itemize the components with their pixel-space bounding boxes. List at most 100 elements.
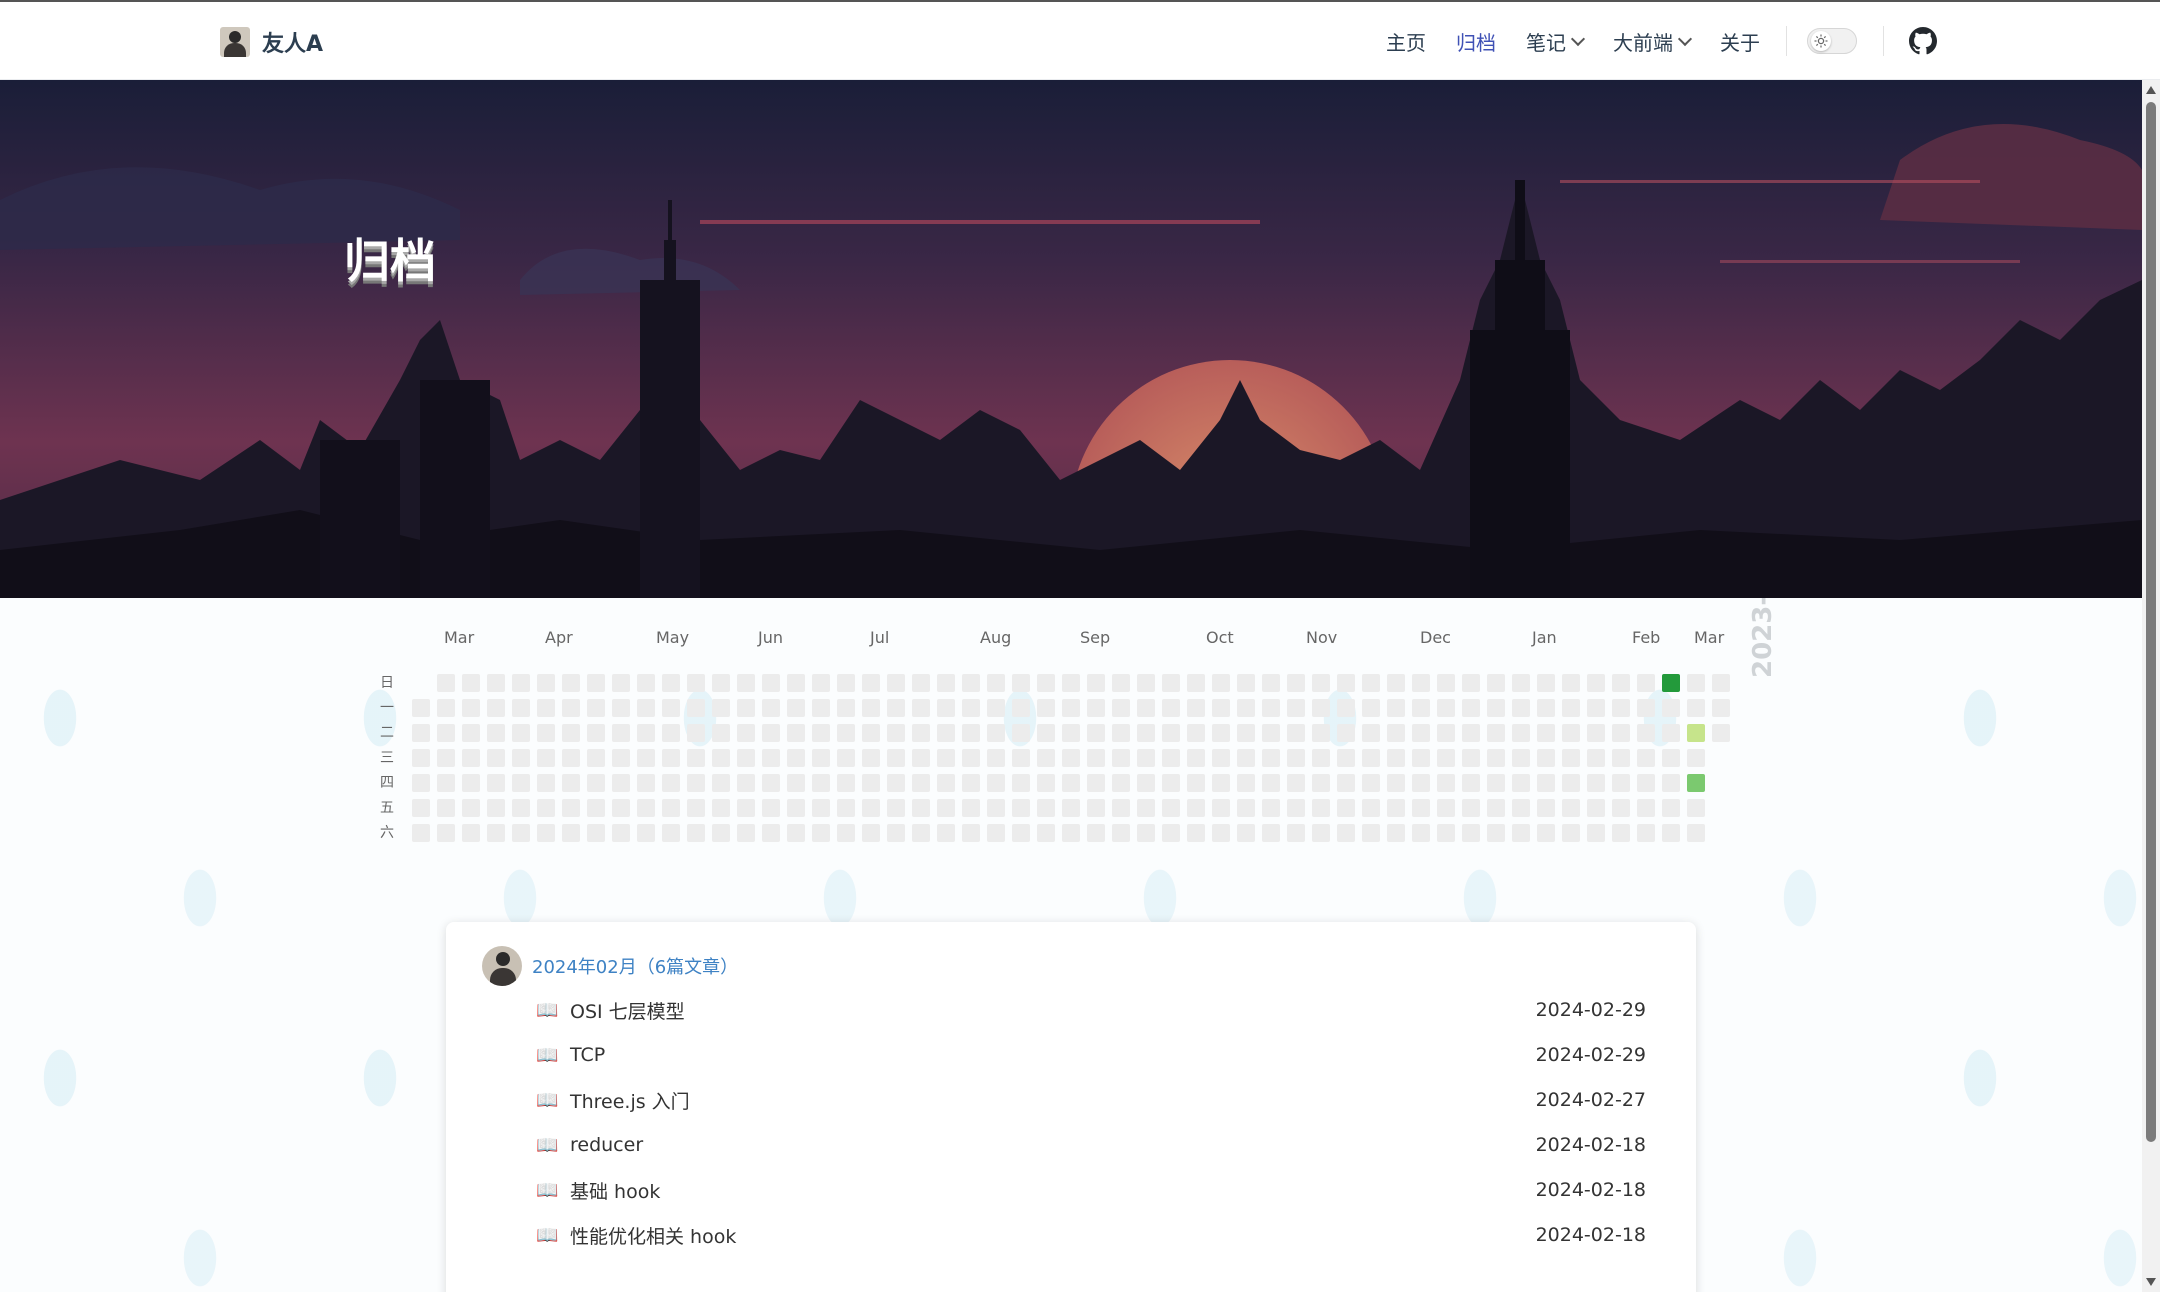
heatmap-cell[interactable] xyxy=(1262,699,1280,717)
heatmap-cell[interactable] xyxy=(1162,824,1180,842)
heatmap-cell[interactable] xyxy=(1662,724,1680,742)
heatmap-cell[interactable] xyxy=(1512,799,1530,817)
heatmap-cell[interactable] xyxy=(862,674,880,692)
heatmap-cell[interactable] xyxy=(787,749,805,767)
heatmap-cell[interactable] xyxy=(1062,799,1080,817)
heatmap-cell[interactable] xyxy=(587,724,605,742)
heatmap-cell[interactable] xyxy=(1087,699,1105,717)
heatmap-cell[interactable] xyxy=(412,724,430,742)
heatmap-cell[interactable] xyxy=(687,674,705,692)
heatmap-cell[interactable] xyxy=(1337,674,1355,692)
heatmap-cell[interactable] xyxy=(1237,824,1255,842)
heatmap-cell[interactable] xyxy=(462,724,480,742)
heatmap-cell[interactable] xyxy=(612,699,630,717)
heatmap-cell[interactable] xyxy=(437,774,455,792)
heatmap-cell[interactable] xyxy=(1037,799,1055,817)
heatmap-cell[interactable] xyxy=(412,774,430,792)
heatmap-cell[interactable] xyxy=(712,774,730,792)
heatmap-cell[interactable] xyxy=(1487,724,1505,742)
list-item[interactable]: 📖 TCP 2024-02-29 xyxy=(536,1035,1646,1075)
heatmap-cell[interactable] xyxy=(1312,774,1330,792)
heatmap-cell[interactable] xyxy=(562,674,580,692)
heatmap-cell[interactable] xyxy=(1462,799,1480,817)
heatmap-cell[interactable] xyxy=(987,824,1005,842)
heatmap-cell[interactable] xyxy=(1612,749,1630,767)
heatmap-cell[interactable] xyxy=(937,674,955,692)
heatmap-cell[interactable] xyxy=(837,824,855,842)
heatmap-cell[interactable] xyxy=(837,699,855,717)
heatmap-cell[interactable] xyxy=(1512,674,1530,692)
heatmap-cell[interactable] xyxy=(1487,674,1505,692)
heatmap-cell[interactable] xyxy=(1262,799,1280,817)
heatmap-cell[interactable] xyxy=(437,674,455,692)
heatmap-cell[interactable] xyxy=(1712,724,1730,742)
heatmap-cell[interactable] xyxy=(1687,699,1705,717)
heatmap-cell[interactable] xyxy=(1287,749,1305,767)
heatmap-cell[interactable] xyxy=(987,724,1005,742)
heatmap-cell[interactable] xyxy=(737,774,755,792)
heatmap-cell[interactable] xyxy=(1337,799,1355,817)
heatmap-cell[interactable] xyxy=(1412,699,1430,717)
nav-item-about[interactable]: 关于 xyxy=(1720,27,1760,56)
heatmap-cell[interactable] xyxy=(1312,749,1330,767)
heatmap-cell[interactable] xyxy=(412,799,430,817)
heatmap-cell[interactable] xyxy=(1187,749,1205,767)
heatmap-cell[interactable] xyxy=(937,799,955,817)
heatmap-cell[interactable] xyxy=(1362,799,1380,817)
scroll-up-arrow[interactable] xyxy=(2146,86,2156,94)
heatmap-cell[interactable] xyxy=(762,724,780,742)
heatmap-cell[interactable] xyxy=(712,824,730,842)
heatmap-cell[interactable] xyxy=(912,749,930,767)
post-title[interactable]: reducer xyxy=(570,1134,1536,1156)
heatmap-cell[interactable] xyxy=(1212,674,1230,692)
heatmap-cell[interactable] xyxy=(487,824,505,842)
heatmap-cell[interactable] xyxy=(1112,749,1130,767)
heatmap-cell[interactable] xyxy=(537,824,555,842)
heatmap-cell[interactable] xyxy=(537,799,555,817)
heatmap-cell[interactable] xyxy=(787,799,805,817)
heatmap-cell[interactable] xyxy=(887,824,905,842)
heatmap-cell[interactable] xyxy=(512,674,530,692)
heatmap-cell[interactable] xyxy=(887,724,905,742)
heatmap-cell[interactable] xyxy=(987,774,1005,792)
heatmap-cell[interactable] xyxy=(1037,774,1055,792)
heatmap-cell[interactable] xyxy=(412,749,430,767)
heatmap-cell[interactable] xyxy=(1287,674,1305,692)
heatmap-cell[interactable] xyxy=(937,724,955,742)
heatmap-cell[interactable] xyxy=(1537,674,1555,692)
heatmap-cell[interactable] xyxy=(1412,674,1430,692)
heatmap-cell[interactable] xyxy=(1012,799,1030,817)
brand-link[interactable]: 友人A xyxy=(220,26,323,58)
heatmap-cell[interactable] xyxy=(1412,749,1430,767)
heatmap-cell[interactable] xyxy=(1162,699,1180,717)
heatmap-cell[interactable] xyxy=(1237,724,1255,742)
heatmap-cell[interactable] xyxy=(562,699,580,717)
heatmap-cell[interactable] xyxy=(1087,674,1105,692)
heatmap-cell[interactable] xyxy=(437,724,455,742)
heatmap-cell[interactable] xyxy=(987,699,1005,717)
heatmap-cell[interactable] xyxy=(1087,749,1105,767)
heatmap-cell[interactable] xyxy=(1437,774,1455,792)
heatmap-cell[interactable] xyxy=(1562,824,1580,842)
heatmap-cell[interactable] xyxy=(1212,774,1230,792)
heatmap-cell[interactable] xyxy=(1312,724,1330,742)
heatmap-cell[interactable] xyxy=(987,799,1005,817)
heatmap-cell[interactable] xyxy=(1412,824,1430,842)
heatmap-cell[interactable] xyxy=(1712,674,1730,692)
heatmap-cell[interactable] xyxy=(862,749,880,767)
heatmap-cell[interactable] xyxy=(887,674,905,692)
heatmap-cell[interactable] xyxy=(462,824,480,842)
heatmap-cell[interactable] xyxy=(862,724,880,742)
heatmap-cell[interactable] xyxy=(587,674,605,692)
heatmap-cell[interactable] xyxy=(1137,674,1155,692)
heatmap-cell[interactable] xyxy=(1187,799,1205,817)
heatmap-cell[interactable] xyxy=(1162,749,1180,767)
heatmap-cell[interactable] xyxy=(1637,674,1655,692)
heatmap-cell[interactable] xyxy=(1062,774,1080,792)
heatmap-cell[interactable] xyxy=(1587,799,1605,817)
heatmap-cell[interactable] xyxy=(412,824,430,842)
heatmap-cell[interactable] xyxy=(1387,824,1405,842)
heatmap-cell[interactable] xyxy=(637,749,655,767)
heatmap-cell[interactable] xyxy=(662,724,680,742)
heatmap-cell[interactable] xyxy=(1062,824,1080,842)
